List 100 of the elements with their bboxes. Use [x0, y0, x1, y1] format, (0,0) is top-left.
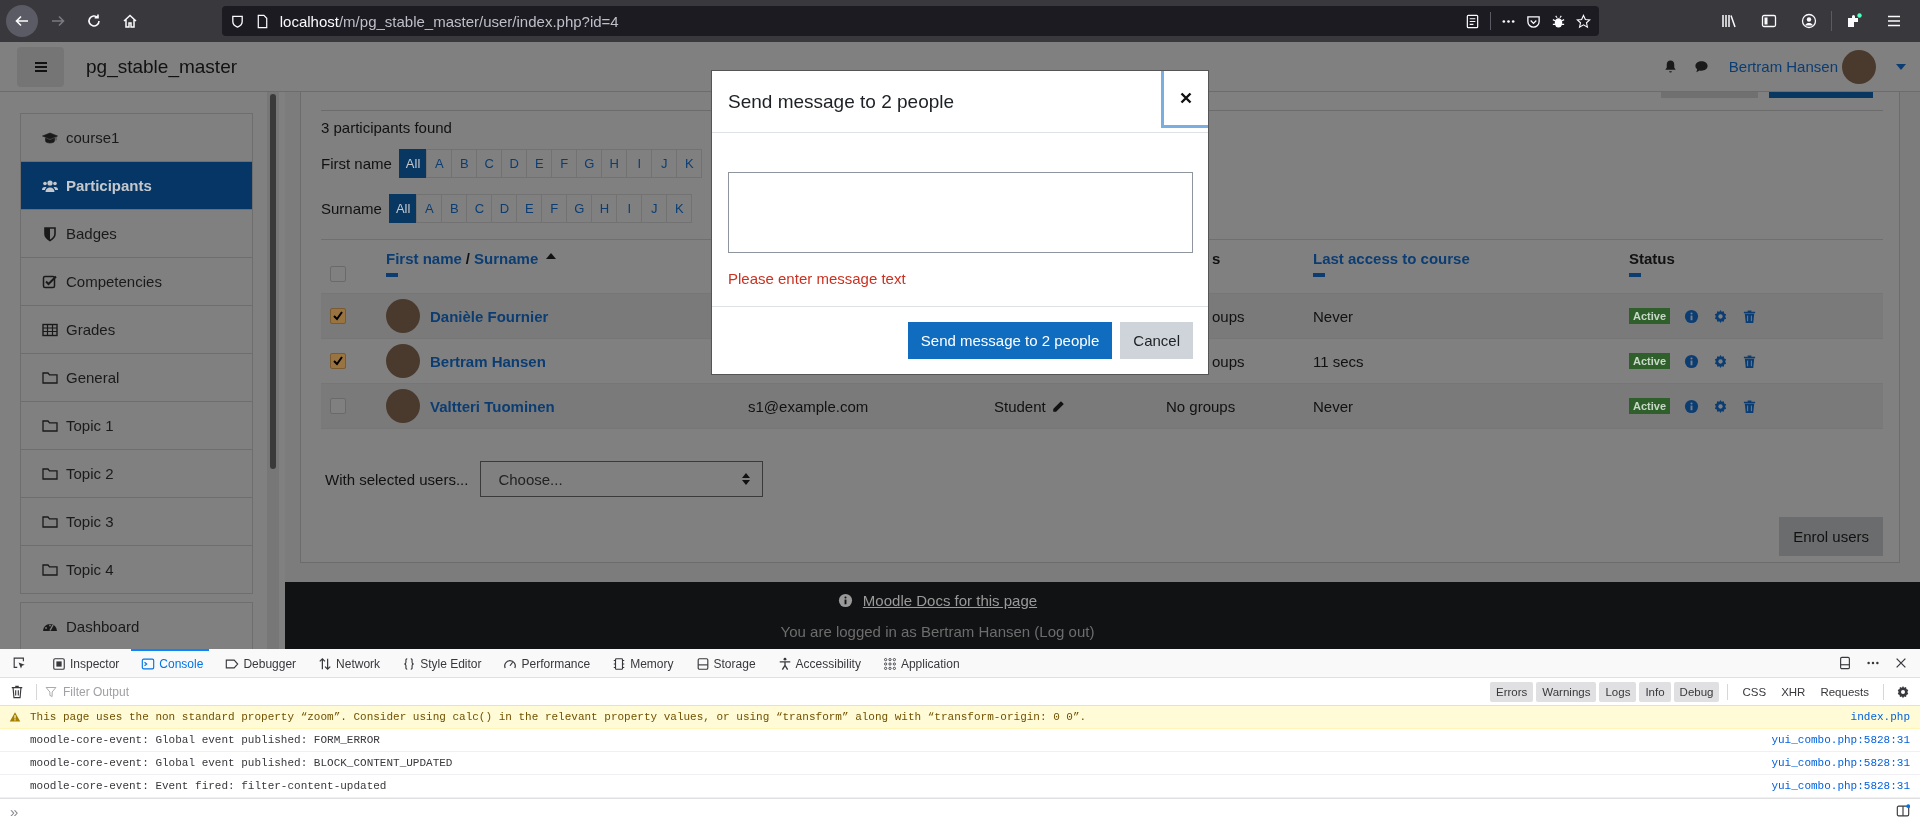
sidebar-item[interactable]: Participants [21, 161, 252, 209]
dock-icon[interactable] [1838, 656, 1852, 670]
source-link[interactable]: yui_combo.php:5828:31 [1771, 734, 1910, 746]
user-name[interactable]: Bertram Hansen [1728, 58, 1838, 75]
letter-button[interactable]: D [491, 194, 518, 223]
letter-button[interactable]: A [426, 149, 453, 178]
letter-button[interactable]: E [516, 194, 543, 223]
avatar[interactable] [1842, 49, 1876, 84]
site-name[interactable]: pg_stable_master [86, 55, 238, 78]
letter-button[interactable]: F [541, 194, 568, 223]
bug-icon[interactable] [1551, 13, 1567, 29]
log-level-toggle[interactable]: Logs [1599, 681, 1637, 702]
devtools-tab[interactable]: Memory [602, 649, 680, 677]
message-field[interactable] [728, 172, 1193, 253]
sort-link[interactable]: Last access to course [1313, 250, 1470, 267]
pocket-icon[interactable] [1526, 13, 1542, 29]
request-type-toggle[interactable]: XHR [1775, 681, 1812, 702]
status-badge: Active [1629, 308, 1671, 324]
element-picker-icon[interactable] [12, 656, 26, 670]
account-icon[interactable] [1801, 13, 1818, 29]
letter-button[interactable]: K [666, 194, 693, 223]
letter-button[interactable]: B [451, 149, 478, 178]
info-icon [837, 592, 853, 608]
bulk-action-select[interactable]: Choose... [480, 461, 764, 497]
enrol-users-button[interactable]: Enrol users [1779, 517, 1883, 556]
devtools-tab[interactable]: Debugger [215, 649, 303, 677]
devtools-tab[interactable]: Style Editor [392, 649, 488, 677]
row-checkbox[interactable] [330, 308, 346, 324]
arrows-icon [318, 657, 333, 671]
docs-link[interactable]: Moodle Docs for this page [862, 591, 1038, 609]
letter-button[interactable]: H [591, 194, 618, 223]
table-cell: 11 secs [1313, 352, 1364, 370]
participant-link[interactable]: Valtteri Tuominen [430, 397, 555, 415]
letter-button[interactable]: J [641, 194, 668, 223]
sidebar-icon[interactable] [1761, 13, 1778, 29]
letter-button[interactable]: C [466, 194, 493, 223]
settings-icon[interactable] [1896, 684, 1910, 699]
log-level-toggle[interactable]: Info [1639, 681, 1671, 702]
letter-button[interactable]: C [476, 149, 503, 178]
letter-button[interactable]: All [388, 194, 418, 223]
info-icon[interactable] [1684, 353, 1700, 369]
cancel-button[interactable]: Cancel [1120, 322, 1193, 359]
devtools-tab[interactable]: Application [872, 649, 966, 677]
select-arrows-icon [742, 473, 751, 485]
log-level-toggle[interactable]: Warnings [1536, 681, 1597, 702]
letter-button[interactable]: I [626, 149, 653, 178]
sort-link[interactable]: Surname [474, 250, 539, 267]
letter-button[interactable]: All [398, 149, 428, 178]
filter-label: Surname [321, 200, 382, 217]
letter-button[interactable]: A [416, 194, 443, 223]
pencil-icon[interactable] [1051, 399, 1065, 413]
send-button[interactable]: Send message to 2 people [907, 322, 1113, 359]
devtools-tab[interactable]: Accessibility [767, 649, 867, 677]
devtools-tab[interactable]: Console [131, 649, 210, 677]
source-link[interactable]: yui_combo.php:5828:31 [1771, 780, 1910, 792]
menu-button[interactable] [17, 46, 64, 87]
devtools-tab[interactable]: Performance [493, 649, 597, 677]
source-link[interactable]: index.php [1850, 711, 1910, 723]
puzzle-icon[interactable] [1846, 13, 1863, 29]
letter-button[interactable]: G [576, 149, 603, 178]
split-console-icon[interactable] [1896, 804, 1910, 818]
letter-button[interactable]: I [616, 194, 643, 223]
letter-button[interactable]: E [526, 149, 553, 178]
devtools-tab[interactable]: Inspector [42, 649, 126, 677]
menu-icon[interactable] [1886, 13, 1903, 29]
close-icon[interactable] [1894, 656, 1908, 670]
devtools-tab[interactable]: Storage [685, 649, 762, 677]
source-link[interactable]: yui_combo.php:5828:31 [1771, 757, 1910, 769]
devtools-tab[interactable]: Network [308, 649, 387, 677]
letter-button[interactable]: K [676, 149, 703, 178]
participant-link[interactable]: Danièle Fournier [430, 307, 549, 325]
trash-icon[interactable] [10, 684, 24, 699]
status-badge: Active [1629, 353, 1671, 369]
letter-button[interactable]: J [651, 149, 678, 178]
chat-icon[interactable] [1693, 59, 1709, 74]
sort-link[interactable]: First name [386, 250, 462, 267]
participant-link[interactable]: Bertram Hansen [430, 352, 546, 370]
log-level-toggle[interactable]: Errors [1490, 681, 1534, 702]
letter-button[interactable]: B [441, 194, 468, 223]
library-icon[interactable] [1721, 13, 1738, 29]
person-icon [777, 657, 792, 671]
reader-icon[interactable] [1465, 13, 1481, 29]
letter-button[interactable]: H [601, 149, 628, 178]
request-type-toggle[interactable]: CSS [1736, 681, 1773, 702]
row-checkbox[interactable] [330, 353, 346, 369]
back-button[interactable] [6, 5, 38, 37]
info-icon[interactable] [1684, 308, 1700, 324]
filter-field[interactable]: Filter Output [61, 683, 1487, 700]
letter-button[interactable]: F [551, 149, 578, 178]
address-bar[interactable]: localhost/m/pg_stable_master/user/index.php?id=4 [221, 6, 1600, 36]
letter-button[interactable]: G [566, 194, 593, 223]
log-level-toggle[interactable]: Debug [1673, 681, 1720, 702]
request-type-toggle[interactable]: Requests [1814, 681, 1875, 702]
caret-icon[interactable] [1896, 63, 1906, 70]
scrollbar-thumb[interactable] [270, 94, 276, 469]
star-icon[interactable] [1576, 13, 1592, 29]
letter-button[interactable]: D [501, 149, 528, 178]
column-header: Status [1629, 250, 1675, 267]
info-icon[interactable] [1684, 398, 1700, 414]
console-icon [141, 657, 156, 671]
